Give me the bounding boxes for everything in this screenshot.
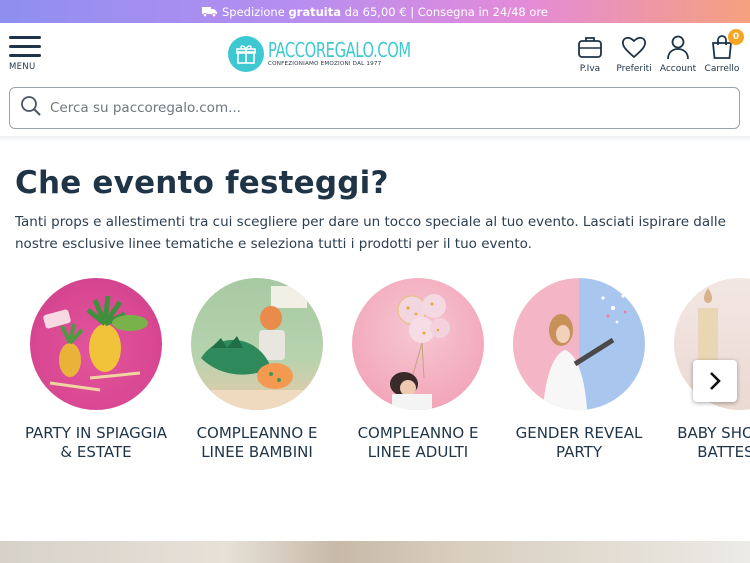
briefcase-icon <box>578 37 602 58</box>
logo-tagline: CONFEZIONIAMO EMOZIONI DAL 1977 <box>268 61 382 68</box>
chevron-right-icon <box>710 372 721 390</box>
header-link-preferiti[interactable]: Preferiti <box>612 33 656 74</box>
category-card[interactable]: COMPLEANNO E LINEE ADULTI <box>343 278 493 462</box>
category-carousel: PARTY IN SPIAGGIA & ESTATE COMPLEANNO E … <box>0 278 750 488</box>
category-card[interactable]: COMPLEANNO E LINEE BAMBINI <box>182 278 332 462</box>
category-label: BABY SHOWER E BATTESIMO <box>677 424 750 461</box>
hamburger-icon <box>9 36 43 57</box>
category-label: GENDER REVEAL PARTY <box>515 424 643 461</box>
category-label: COMPLEANNO E LINEE BAMBINI <box>196 424 318 461</box>
category-image <box>352 278 484 410</box>
search-input[interactable] <box>50 100 700 116</box>
header-link-label: Account <box>659 64 697 74</box>
logo-name: PACCOREGALO.COM <box>268 38 411 63</box>
carousel-next-button[interactable] <box>693 360 737 402</box>
category-image <box>30 278 162 410</box>
header-link-carrello[interactable]: 0 Carrello <box>700 29 744 74</box>
category-image <box>191 278 323 410</box>
site-header: MENU PACCOREGALO.COM CONFEZIONIAMO EMOZI… <box>0 23 750 81</box>
menu-label: MENU <box>9 62 36 72</box>
logo[interactable]: PACCOREGALO.COM CONFEZIONIAMO EMOZIONI D… <box>228 36 428 72</box>
truck-icon <box>201 6 217 17</box>
page-description: Tanti props e allestimenti tra cui scegl… <box>15 214 726 252</box>
menu-button[interactable]: MENU <box>9 36 43 72</box>
search-bar <box>9 87 740 129</box>
header-link-label: P.Iva <box>579 64 601 74</box>
category-label: COMPLEANNO E LINEE ADULTI <box>357 424 479 461</box>
category-label: PARTY IN SPIAGGIA & ESTATE <box>24 424 168 461</box>
cart-count-badge: 0 <box>728 29 744 45</box>
header-link-account[interactable]: Account <box>656 33 700 74</box>
header-link-label: Carrello <box>704 64 740 74</box>
gift-icon <box>228 36 264 72</box>
header-link-label: Preferiti <box>616 64 652 74</box>
banner-image-top <box>0 541 750 563</box>
promo-text: Spedizione gratuita da 65,00 € | Consegn… <box>221 4 548 19</box>
category-card[interactable]: GENDER REVEAL PARTY <box>504 278 654 462</box>
page-title: Che evento festeggi? <box>15 165 389 201</box>
search-icon[interactable] <box>20 95 42 121</box>
header-link-piva[interactable]: P.Iva <box>568 33 612 74</box>
category-image <box>513 278 645 410</box>
heart-icon <box>621 36 647 59</box>
promo-bar: Spedizione gratuita da 65,00 € | Consegn… <box>0 0 750 23</box>
user-icon <box>667 35 689 60</box>
header-icons: P.Iva Preferiti Account 0 Carrello <box>568 29 744 74</box>
category-card[interactable]: PARTY IN SPIAGGIA & ESTATE <box>21 278 171 462</box>
header-divider <box>0 136 750 142</box>
